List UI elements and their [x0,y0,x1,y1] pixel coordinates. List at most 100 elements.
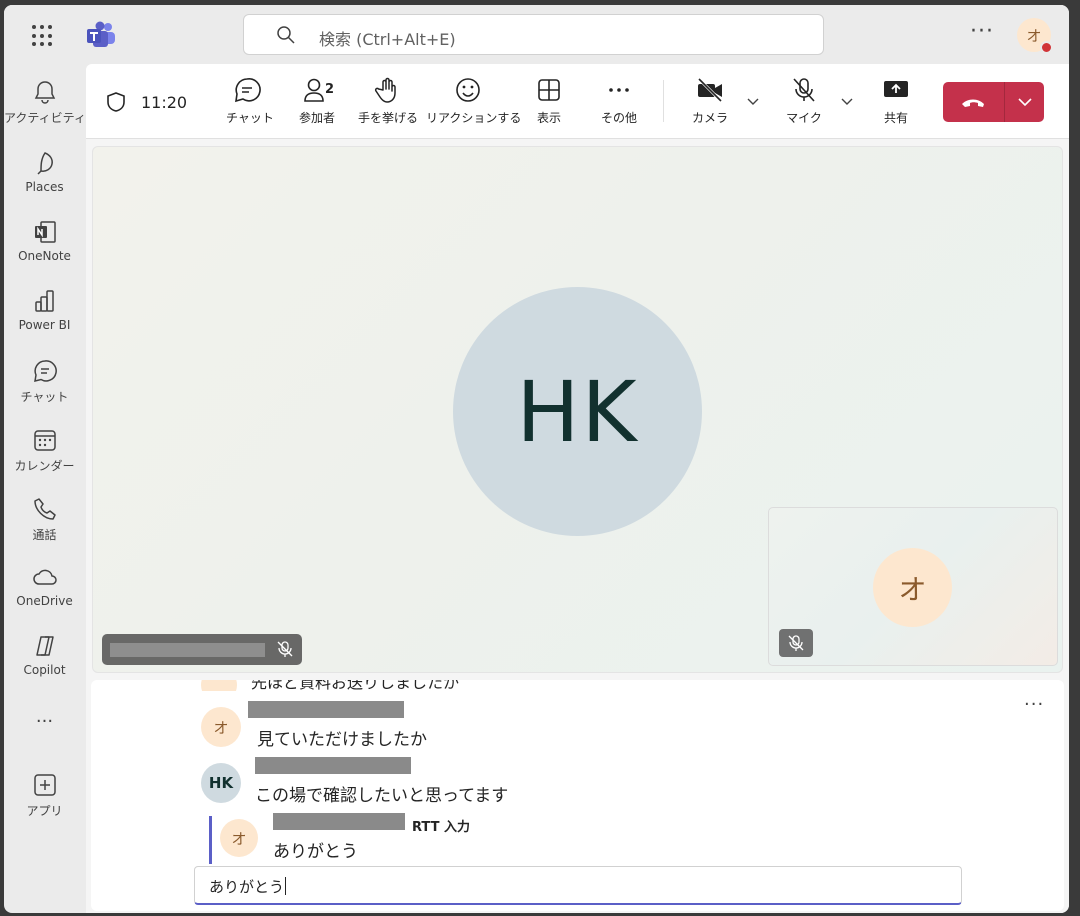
rail-label: Power BI [18,318,71,332]
camera-off-icon [697,77,723,103]
redacted-name [248,701,404,718]
onenote-icon [34,221,56,243]
title-bar: 検索 (Ctrl+Alt+E) ··· オ [4,5,1069,64]
participants-label: 参加者 [298,111,335,125]
search-box[interactable]: 検索 (Ctrl+Alt+E) [243,14,824,55]
app-rail: アクティビティ Places OneNote Power BI チャット カレン… [4,64,86,913]
teams-logo-icon [87,21,115,47]
avatar: HK [201,763,241,803]
camera-label: カメラ [692,111,729,125]
rail-item-chat[interactable]: チャット [4,358,85,418]
rail-item-calls[interactable]: 通話 [4,496,85,556]
avatar [201,680,237,691]
rail-item-onedrive[interactable]: OneDrive [4,564,85,624]
share-button[interactable]: 共有 [881,76,911,126]
chat-label: チャット [226,111,274,125]
mic-options-chevron-icon[interactable] [840,94,854,108]
raise-hand-label: 手を挙げる [358,111,419,125]
rail-item-activity[interactable]: アクティビティ [4,79,86,139]
share-screen-icon [884,81,908,97]
rail-item-places[interactable]: Places [4,150,85,210]
rail-item-copilot[interactable]: Copilot [4,633,85,693]
raise-hand-button[interactable]: 手を挙げる [358,76,418,126]
phone-icon [33,498,56,520]
rail-item-onenote[interactable]: OneNote [4,219,85,279]
rail-label: チャット [20,390,69,404]
more-icon [609,88,629,92]
participant-name-tag [102,634,302,665]
view-button[interactable]: 表示 [534,76,564,126]
mic-muted-icon [277,641,293,657]
message-text: 見ていただけましたか [257,730,427,750]
avatar-initial: HK [208,774,234,792]
more-options-icon[interactable]: ··· [970,19,994,44]
participant-initials: HK [516,362,639,461]
rail-label: OneDrive [16,594,73,608]
video-stage: HK オ [92,146,1063,673]
teams-window: 検索 (Ctrl+Alt+E) ··· オ アクティビティ Places One… [4,5,1069,913]
self-avatar: オ [873,548,952,627]
avatar: オ [201,707,241,747]
bell-icon [34,81,55,104]
view-label: 表示 [536,111,561,125]
rail-label: アクティビティ [4,111,86,125]
chevron-down-icon [1017,98,1032,107]
rail-label: カレンダー [14,459,75,473]
meeting-panel: 11:20 チャット 参加者 2 手を挙げる リアクションする 表示 その他 カ… [86,64,1069,913]
participant-count: 2 [325,82,335,97]
mic-label: マイク [786,111,822,125]
participant-avatar-hk[interactable]: HK [453,287,702,536]
leave-button-group [943,82,1044,122]
redacted-name [255,757,411,774]
message-text: 先ほど資料お送りしましたか [251,680,460,691]
list-item: 先ほど資料お送りしましたか [201,680,501,691]
rail-item-apps[interactable]: アプリ [4,772,85,832]
rail-label: Copilot [23,663,66,677]
grid-view-icon [538,79,560,101]
chat-icon [33,360,57,383]
self-video-tile[interactable]: オ [768,507,1058,666]
more-label: その他 [600,111,637,125]
search-icon [277,26,295,44]
rtt-more-options-icon[interactable]: ··· [1024,694,1044,715]
meeting-timer: 11:20 [141,93,188,112]
rtt-input-field[interactable]: ありがとう [194,866,962,905]
app-launcher-icon[interactable] [32,25,54,47]
more-apps-icon: ··· [35,711,54,732]
rtt-panel: ··· 先ほど資料お送りしましたか オ 見ていただけましたか HK この場で確認… [91,680,1064,911]
rail-item-calendar[interactable]: カレンダー [4,427,85,487]
camera-button[interactable]: カメラ [692,76,728,126]
rail-item-powerbi[interactable]: Power BI [4,288,85,348]
rail-label: 通話 [32,528,57,542]
avatar-initial: オ [231,829,247,848]
react-label: リアクションする [426,111,522,125]
hand-icon [374,77,396,103]
rail-more-apps[interactable]: ··· [4,711,85,741]
places-leaf-icon [36,152,53,175]
avatar: オ [220,819,258,857]
search-placeholder: 検索 (Ctrl+Alt+E) [319,30,456,49]
calendar-icon [33,430,56,451]
message-text: ありがとう [273,842,358,862]
camera-options-chevron-icon[interactable] [746,94,760,108]
rtt-input-value: ありがとう [209,877,287,896]
leave-button[interactable] [943,82,1003,122]
react-button[interactable]: リアクションする [426,76,521,126]
rtt-input-label: RTT 入力 [412,820,470,835]
redacted-name [273,813,405,830]
profile-avatar[interactable]: オ [1017,18,1053,54]
toolbar-divider [663,80,664,122]
chat-icon [235,78,261,103]
leave-options-button[interactable] [1004,82,1044,122]
chat-button[interactable]: チャット [226,76,274,126]
more-button[interactable]: その他 [599,76,639,126]
rail-label: Places [25,180,64,194]
mic-muted-icon [788,635,804,651]
self-initial: オ [898,572,927,606]
powerbi-icon [34,290,54,312]
rail-label: OneNote [18,249,71,263]
shield-icon[interactable] [106,91,126,113]
message-text: この場で確認したいと思ってます [255,786,509,806]
add-app-icon [33,774,56,796]
mic-button[interactable]: マイク [786,76,822,126]
